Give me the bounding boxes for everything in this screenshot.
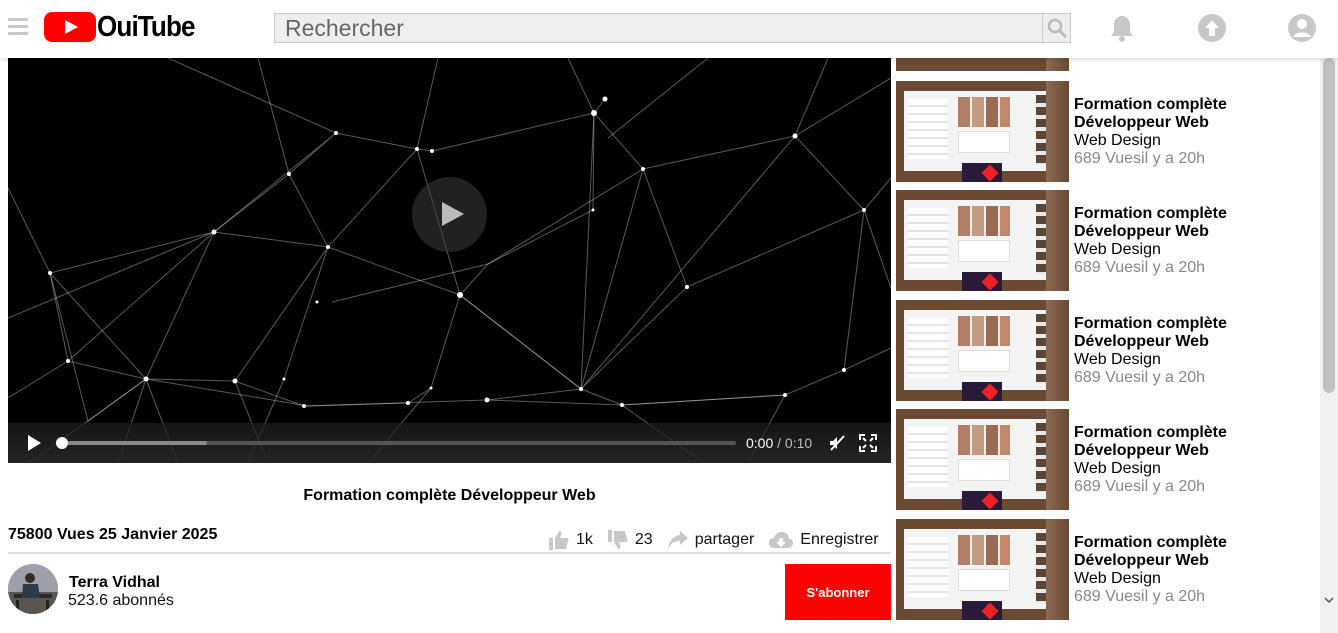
related-video-item[interactable]: Formation complète Développeur Web Web De… [896, 81, 1316, 182]
logo[interactable]: OuiTube [44, 10, 205, 43]
cloud-download-icon [769, 532, 794, 548]
search-icon [1047, 18, 1067, 38]
big-play-button[interactable] [412, 177, 487, 252]
video-thumbnail [896, 300, 1069, 401]
thumbs-up-icon [549, 531, 569, 550]
related-video-item[interactable]: Formation complète Développeur Web Web De… [896, 409, 1316, 510]
video-title: Formation complète Développeur Web [303, 487, 596, 504]
video-thumbnail [896, 58, 1069, 71]
avatar[interactable] [8, 564, 58, 614]
related-video-meta: 689 Vuesil y a 20h [1074, 150, 1206, 167]
related-video-item[interactable]: Formation complète Développeur Web Web De… [896, 519, 1316, 620]
related-video-meta: 689 Vuesil y a 20h [1074, 259, 1206, 276]
related-video-meta: 689 Vuesil y a 20h [1074, 588, 1206, 605]
mute-icon[interactable] [828, 434, 846, 452]
search-button[interactable] [1042, 14, 1070, 42]
scrollbar-thumb[interactable] [1323, 58, 1335, 393]
player-controls: 0:00 / 0:10 [8, 423, 891, 463]
logo-play-icon [44, 12, 96, 42]
related-video-channel: Web Design [1074, 570, 1161, 587]
related-video-item[interactable]: Formation complète Développeur Web Web De… [896, 190, 1316, 291]
save-label: Enregistrer [800, 531, 879, 548]
video-thumbnail [896, 81, 1069, 182]
menu-icon[interactable] [8, 18, 28, 36]
like-count: 1k [576, 531, 593, 548]
save-button[interactable]: Enregistrer [768, 529, 879, 551]
search-input[interactable] [275, 14, 1043, 42]
upload-icon[interactable] [1197, 13, 1227, 43]
scrollbar[interactable] [1320, 58, 1338, 633]
like-button[interactable]: 1k [548, 529, 593, 551]
video-player[interactable]: 0:00 / 0:10 [8, 58, 891, 463]
related-video-title: Formation complète Développeur Web [1074, 315, 1227, 350]
related-video-channel: Web Design [1074, 132, 1161, 149]
related-video-partial[interactable] [896, 58, 1316, 71]
thumbs-down-icon [607, 530, 628, 549]
subscriber-count: 523.6 abonnés [68, 592, 174, 609]
video-thumbnail [896, 190, 1069, 291]
subscribe-button[interactable]: S'abonner [785, 564, 891, 620]
buffer-bar [58, 441, 208, 445]
dislike-count: 23 [634, 531, 653, 548]
share-button[interactable]: partager [667, 529, 755, 551]
dislike-button[interactable]: 23 [607, 529, 653, 551]
related-video-item[interactable]: Formation complète Développeur Web Web De… [896, 300, 1316, 401]
account-icon[interactable] [1287, 13, 1317, 43]
related-video-title: Formation complète Développeur Web [1074, 205, 1227, 240]
video-frame [8, 58, 891, 463]
related-videos: Formation complète Développeur Web Web De… [896, 58, 1320, 633]
video-thumbnail [896, 409, 1069, 510]
divider [8, 552, 891, 554]
share-label: partager [694, 531, 755, 548]
video-thumbnail [896, 519, 1069, 620]
related-video-channel: Web Design [1074, 460, 1161, 477]
views-date: 75800 Vues 25 Janvier 2025 [8, 526, 218, 543]
current-time: 0:00 [746, 435, 774, 451]
time-display: 0:00 / 0:10 [746, 435, 812, 451]
related-video-channel: Web Design [1074, 241, 1161, 258]
related-video-title: Formation complète Développeur Web [1074, 424, 1227, 459]
progress-bar[interactable] [56, 437, 736, 449]
search-bar [274, 13, 1071, 43]
share-icon [667, 531, 688, 549]
related-video-meta: 689 Vuesil y a 20h [1074, 369, 1206, 386]
channel-name[interactable]: Terra Vidhal [69, 574, 160, 592]
related-video-meta: 689 Vuesil y a 20h [1074, 478, 1206, 495]
fullscreen-icon[interactable] [859, 434, 877, 452]
play-icon[interactable] [26, 435, 42, 451]
top-header: OuiTube [0, 0, 1338, 58]
related-video-channel: Web Design [1074, 351, 1161, 368]
bell-icon[interactable] [1107, 13, 1137, 43]
scroll-down-arrow-icon[interactable] [1324, 595, 1334, 605]
progress-handle[interactable] [56, 437, 68, 449]
duration: 0:10 [784, 435, 813, 451]
related-video-title: Formation complète Développeur Web [1074, 534, 1227, 569]
time-separator: / [777, 435, 782, 451]
video-actions: 1k 23 partager Enregistrer [548, 527, 879, 553]
logo-text: OuiTube [97, 10, 196, 43]
related-video-title: Formation complète Développeur Web [1074, 96, 1227, 131]
